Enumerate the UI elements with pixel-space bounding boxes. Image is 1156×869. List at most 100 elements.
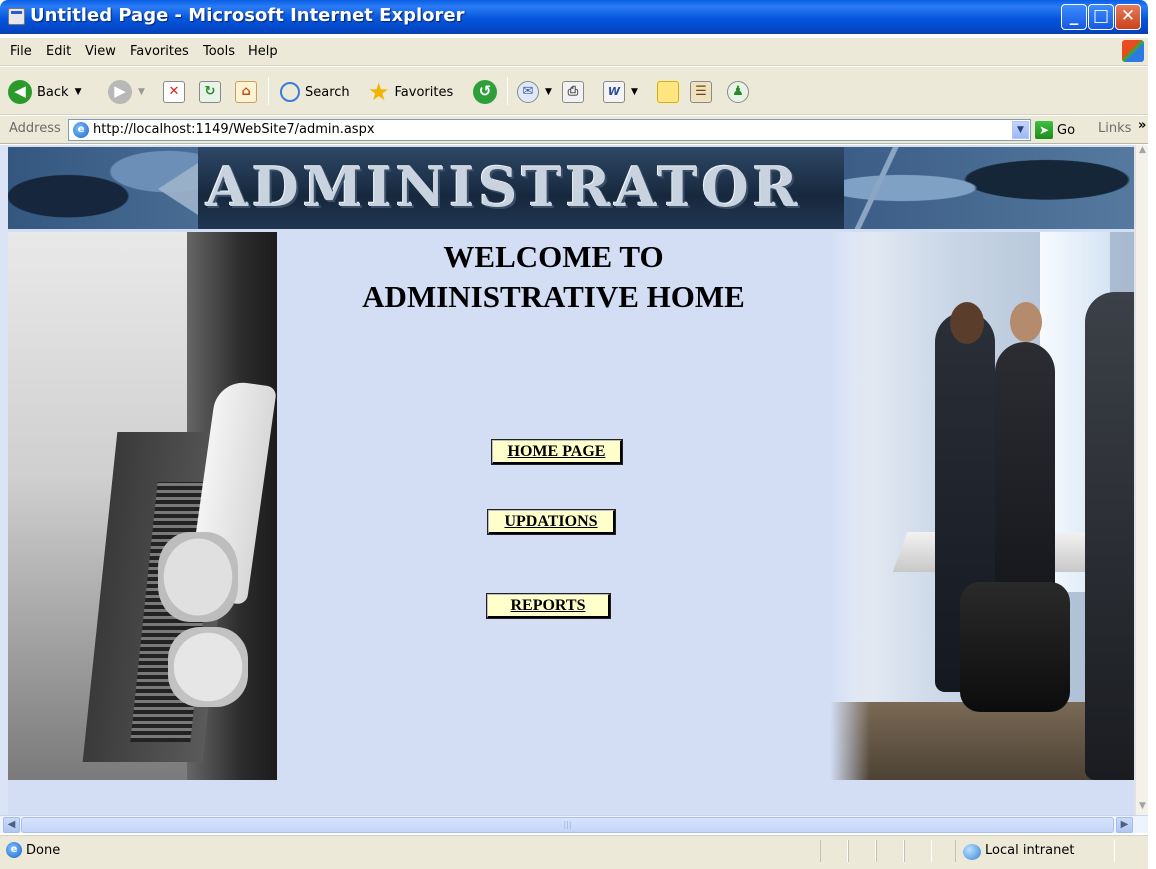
close-icon: ✕ bbox=[1120, 6, 1136, 26]
maximize-icon: □ bbox=[1092, 6, 1110, 26]
research-icon: ☰ bbox=[690, 81, 712, 103]
status-bar: e Done Local intranet bbox=[0, 835, 1148, 869]
scroll-thumb[interactable]: ||| bbox=[21, 817, 1114, 833]
toolbar-separator bbox=[507, 77, 508, 105]
reports-button[interactable]: REPORTS bbox=[486, 593, 611, 619]
links-chevron-icon[interactable]: » bbox=[1138, 118, 1146, 133]
status-pane bbox=[848, 840, 876, 862]
photo-chair bbox=[960, 582, 1070, 712]
messenger-button[interactable]: ♟ bbox=[727, 79, 749, 105]
go-button[interactable]: ➤ Go bbox=[1035, 121, 1075, 139]
photo-hand bbox=[168, 627, 248, 707]
status-pane bbox=[904, 840, 932, 862]
back-button[interactable]: ◀ Back ▼ bbox=[8, 79, 81, 105]
edit-dropdown-icon[interactable]: ▼ bbox=[631, 87, 638, 97]
welcome-line-1: WELCOME TO bbox=[443, 239, 664, 274]
home-page-button[interactable]: HOME PAGE bbox=[491, 439, 623, 465]
address-label: Address bbox=[9, 121, 61, 136]
banner-chevron-left bbox=[158, 163, 198, 215]
maximize-button[interactable]: □ bbox=[1088, 4, 1114, 30]
history-button[interactable]: ↺ bbox=[473, 79, 497, 105]
discuss-button[interactable] bbox=[657, 79, 679, 105]
photo-fade bbox=[830, 232, 870, 780]
refresh-button[interactable]: ↻ bbox=[199, 79, 221, 105]
address-url[interactable]: http://localhost:1149/WebSite7/admin.asp… bbox=[93, 122, 375, 137]
stop-button[interactable]: ✕ bbox=[163, 79, 185, 105]
minimize-button[interactable]: _ bbox=[1061, 4, 1087, 30]
forward-arrow-icon: ▶ bbox=[108, 80, 132, 104]
close-button[interactable]: ✕ bbox=[1115, 4, 1141, 30]
welcome-heading: WELCOME TO ADMINISTRATIVE HOME bbox=[277, 237, 830, 317]
photo-person-head bbox=[1010, 302, 1042, 342]
vertical-scrollbar[interactable]: ▲ ▼ bbox=[1135, 145, 1148, 815]
security-zone-text: Local intranet bbox=[985, 843, 1075, 858]
forward-button[interactable]: ▶ ▼ bbox=[108, 79, 145, 105]
print-icon: ⎙ bbox=[562, 81, 584, 103]
address-bar: Address e http://localhost:1149/WebSite7… bbox=[0, 116, 1148, 144]
address-input[interactable]: e http://localhost:1149/WebSite7/admin.a… bbox=[68, 119, 1031, 141]
home-button[interactable]: ⌂ bbox=[235, 79, 257, 105]
back-label: Back bbox=[37, 84, 69, 100]
menu-view[interactable]: View bbox=[85, 44, 116, 59]
edit-button[interactable]: W ▼ bbox=[603, 79, 638, 105]
menu-tools[interactable]: Tools bbox=[203, 44, 235, 59]
page-viewport: ADMINISTRATOR WELCOME TO ADMINISTRATIVE … bbox=[0, 145, 1148, 815]
window-titlebar[interactable]: Untitled Page - Microsoft Internet Explo… bbox=[0, 0, 1148, 34]
favorites-button[interactable]: ★ Favorites bbox=[368, 79, 453, 105]
mail-button[interactable]: ✉ ▼ bbox=[517, 79, 552, 105]
stop-icon: ✕ bbox=[163, 81, 185, 103]
updations-button[interactable]: UPDATIONS bbox=[487, 509, 616, 535]
window-title: Untitled Page - Microsoft Internet Explo… bbox=[30, 5, 465, 26]
address-dropdown-icon[interactable]: ▼ bbox=[1012, 121, 1029, 139]
search-label: Search bbox=[305, 84, 350, 100]
scroll-left-icon[interactable]: ◀ bbox=[3, 817, 20, 833]
go-arrow-icon: ➤ bbox=[1035, 121, 1053, 139]
search-icon bbox=[280, 82, 300, 102]
research-button[interactable]: ☰ bbox=[690, 79, 712, 105]
horizontal-scrollbar[interactable]: ◀ ||| ▶ bbox=[0, 815, 1148, 833]
toolbar-separator bbox=[268, 77, 269, 105]
menu-help[interactable]: Help bbox=[248, 44, 278, 59]
scroll-up-icon[interactable]: ▲ bbox=[1136, 145, 1149, 159]
menu-favorites[interactable]: Favorites bbox=[130, 44, 189, 59]
go-label: Go bbox=[1057, 122, 1076, 138]
admin-banner: ADMINISTRATOR bbox=[8, 147, 1134, 229]
refresh-icon: ↻ bbox=[199, 81, 221, 103]
forward-dropdown-icon[interactable]: ▼ bbox=[138, 87, 145, 97]
welcome-line-2: ADMINISTRATIVE HOME bbox=[362, 279, 745, 314]
status-pane bbox=[820, 840, 848, 862]
word-edit-icon: W bbox=[603, 81, 625, 103]
ie-status-icon: e bbox=[6, 842, 22, 858]
mail-dropdown-icon[interactable]: ▼ bbox=[545, 87, 552, 97]
windows-logo-icon bbox=[1122, 40, 1144, 62]
local-intranet-icon bbox=[963, 844, 981, 860]
menu-edit[interactable]: Edit bbox=[46, 44, 71, 59]
favorites-star-icon: ★ bbox=[368, 78, 390, 106]
messenger-icon: ♟ bbox=[727, 81, 749, 103]
minimize-icon: _ bbox=[1069, 6, 1079, 26]
ie-page-icon: e bbox=[73, 122, 89, 138]
banner-chevron-right bbox=[853, 147, 913, 229]
history-icon: ↺ bbox=[473, 80, 497, 104]
business-meeting-photo bbox=[830, 232, 1134, 780]
scroll-right-icon[interactable]: ▶ bbox=[1116, 817, 1133, 833]
banner-title: ADMINISTRATOR bbox=[206, 155, 802, 219]
photo-hand bbox=[158, 532, 238, 622]
links-toolbar[interactable]: Links bbox=[1098, 121, 1131, 136]
print-button[interactable]: ⎙ bbox=[562, 79, 584, 105]
home-icon: ⌂ bbox=[235, 81, 257, 103]
photo-person-head bbox=[950, 302, 984, 344]
back-dropdown-icon[interactable]: ▼ bbox=[75, 87, 82, 97]
note-icon bbox=[657, 81, 679, 103]
laptop-typing-photo bbox=[8, 232, 277, 780]
photo-person bbox=[1085, 292, 1134, 780]
scroll-down-icon[interactable]: ▼ bbox=[1136, 801, 1149, 815]
search-button[interactable]: Search bbox=[280, 79, 350, 105]
back-arrow-icon: ◀ bbox=[8, 80, 32, 104]
favorites-label: Favorites bbox=[394, 84, 454, 100]
status-text: Done bbox=[26, 843, 61, 858]
mail-icon: ✉ bbox=[517, 81, 539, 103]
photo-person bbox=[995, 342, 1055, 602]
menu-file[interactable]: File bbox=[10, 44, 32, 59]
standard-toolbar: ◀ Back ▼ ▶ ▼ ✕ ↻ ⌂ Search ★ Favorites ↺ … bbox=[0, 67, 1148, 115]
